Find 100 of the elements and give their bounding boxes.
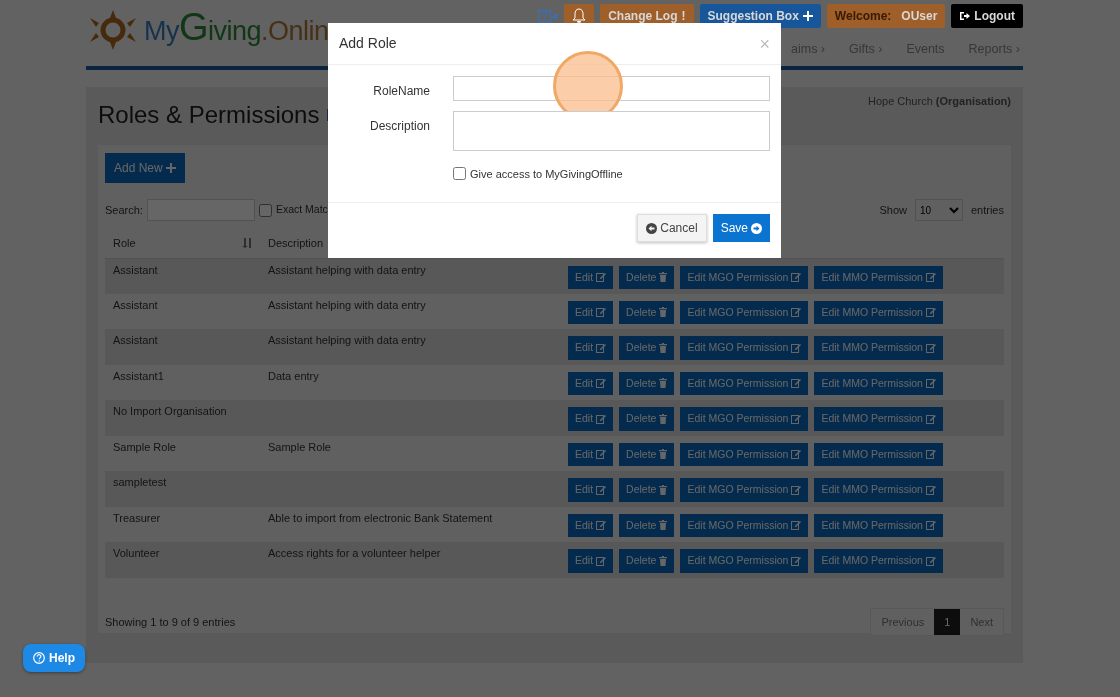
edit-icon: [596, 413, 607, 424]
edit-permission-button[interactable]: Edit MGO Permission: [680, 549, 809, 573]
edit-permission-button[interactable]: Edit MMO Permission: [814, 300, 943, 325]
add-new-button[interactable]: Add New: [105, 153, 185, 183]
sort-icon[interactable]: [242, 238, 252, 249]
delete-button[interactable]: Delete: [619, 265, 675, 290]
table-cell: sampletest: [113, 476, 167, 488]
edit-icon: [791, 272, 802, 283]
trash-icon: [659, 484, 668, 495]
edit-button[interactable]: Edit: [568, 478, 614, 502]
edit-icon: [596, 307, 607, 318]
edit-permission-button[interactable]: Edit MGO Permission: [680, 265, 809, 290]
help-icon: [33, 652, 45, 664]
delete-button[interactable]: Delete: [619, 478, 675, 502]
checkbox-label: Exact Matc: [275, 202, 328, 218]
edit-button[interactable]: Edit: [568, 407, 614, 431]
edit-icon: [791, 449, 802, 460]
edit-icon: [791, 484, 802, 495]
edit-permission-button[interactable]: Edit MGO Permission: [680, 371, 809, 396]
table-cell: Assistant helping with data entry: [268, 298, 426, 311]
edit-icon: [791, 555, 802, 566]
edit-permission-button[interactable]: Edit MGO Permission: [680, 478, 809, 502]
edit-icon: [925, 520, 936, 531]
logout-icon: [959, 11, 971, 21]
edit-button[interactable]: Edit: [568, 300, 614, 325]
column-header[interactable]: Description: [268, 235, 324, 252]
table-cell: Assistant: [113, 263, 158, 276]
edit-button[interactable]: Edit: [568, 265, 614, 290]
cancel-button[interactable]: Cancel: [637, 214, 707, 242]
edit-icon: [925, 272, 936, 283]
delete-button[interactable]: Delete: [619, 549, 675, 573]
edit-icon: [925, 555, 936, 566]
show-label: Show: [879, 202, 907, 218]
trash-icon: [659, 413, 668, 424]
field-label: Description: [368, 118, 431, 135]
close-button[interactable]: ×: [759, 34, 770, 53]
edit-button[interactable]: Edit: [568, 336, 614, 360]
table-cell: Assistant helping with data entry: [268, 334, 426, 346]
edit-button[interactable]: Edit: [568, 371, 614, 396]
table-cell: Assistant: [113, 334, 158, 346]
table-cell: Sample Role: [113, 440, 176, 453]
edit-icon: [596, 449, 607, 460]
entries-label: entries: [970, 202, 1004, 218]
edit-icon: [925, 484, 936, 495]
edit-icon: [925, 342, 936, 353]
text-area[interactable]: [453, 111, 770, 151]
table-cell: No Import Organisation: [113, 405, 227, 417]
edit-permission-button[interactable]: Edit MGO Permission: [680, 300, 809, 325]
table-info: Showing 1 to 9 of 9 entries: [105, 614, 236, 630]
plus-icon: [802, 11, 813, 21]
edit-permission-button[interactable]: Edit MMO Permission: [814, 549, 943, 573]
table-cell: Able to import from electronic Bank Statement: [268, 511, 493, 524]
exact-match-checkbox[interactable]: [258, 203, 272, 217]
edit-permission-button[interactable]: Edit MGO Permission: [680, 513, 809, 538]
delete-button[interactable]: Delete: [619, 371, 675, 396]
edit-permission-button[interactable]: Edit MMO Permission: [814, 407, 943, 431]
modal-title: Add Role: [339, 34, 397, 53]
video-help-icon[interactable]: [538, 9, 559, 23]
trash-icon: [659, 520, 668, 531]
delete-button[interactable]: Delete: [619, 336, 675, 360]
edit-permission-button[interactable]: Edit MMO Permission: [814, 478, 943, 502]
edit-button[interactable]: Edit: [568, 442, 614, 467]
table-cell: Sample Role: [268, 440, 331, 453]
edit-icon: [925, 307, 936, 318]
edit-permission-button[interactable]: Edit MMO Permission: [814, 513, 943, 538]
edit-icon: [596, 555, 607, 566]
delete-button[interactable]: Delete: [619, 300, 675, 325]
edit-permission-button[interactable]: Edit MMO Permission: [814, 265, 943, 290]
delete-button[interactable]: Delete: [619, 407, 675, 431]
edit-icon: [596, 484, 607, 495]
entries-select[interactable]: 10: [914, 199, 963, 221]
delete-button[interactable]: Delete: [619, 513, 675, 538]
edit-button[interactable]: Edit: [568, 549, 614, 573]
table-cell: Assistant1: [113, 369, 164, 382]
table-cell: Assistant: [113, 298, 158, 311]
edit-permission-button[interactable]: Edit MMO Permission: [814, 442, 943, 467]
page-link[interactable]: 1: [934, 608, 961, 635]
edit-button[interactable]: Edit: [568, 513, 614, 538]
edit-icon: [596, 378, 607, 389]
edit-icon: [925, 413, 936, 424]
edit-permission-button[interactable]: Edit MGO Permission: [680, 442, 809, 467]
access-checkbox[interactable]: [453, 167, 466, 181]
logout-button[interactable]: Logout: [951, 4, 1023, 28]
trash-icon: [659, 449, 668, 460]
save-button[interactable]: Save: [712, 214, 770, 242]
column-header[interactable]: Role: [113, 235, 136, 252]
edit-icon: [791, 342, 802, 353]
page-title: Roles & Permissions: [98, 100, 320, 130]
table-cell: Treasurer: [113, 511, 161, 524]
welcome-badge: Welcome: OUser: [826, 4, 946, 28]
edit-permission-button[interactable]: Edit MGO Permission: [680, 336, 809, 360]
trash-icon: [659, 378, 668, 389]
back-arrow-icon: [646, 222, 658, 234]
delete-button[interactable]: Delete: [619, 442, 675, 467]
help-button[interactable]: Help: [23, 644, 85, 672]
edit-permission-button[interactable]: Edit MGO Permission: [680, 407, 809, 431]
edit-permission-button[interactable]: Edit MMO Permission: [814, 371, 943, 396]
edit-permission-button[interactable]: Edit MMO Permission: [814, 336, 943, 360]
logo-text: MyGiving.Onlin: [144, 8, 329, 50]
plus-icon: [165, 163, 176, 173]
